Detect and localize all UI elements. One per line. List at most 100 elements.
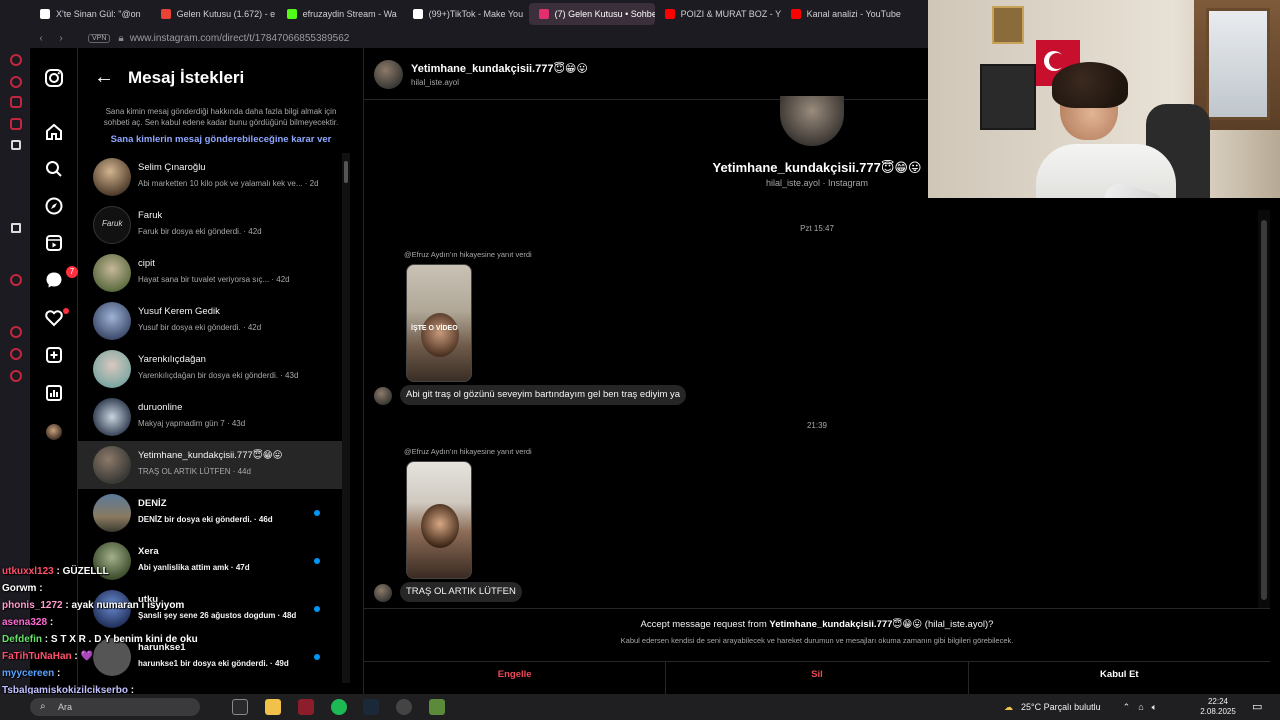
- requests-header: ← Mesaj İstekleri: [94, 66, 244, 89]
- sidebar-app-icon[interactable]: [11, 140, 21, 150]
- sidebar-app-icon[interactable]: [10, 118, 22, 130]
- x-logo-icon[interactable]: [11, 223, 21, 233]
- list-item[interactable]: Yusuf Kerem Gedik Yusuf bir dosya eki gö…: [78, 297, 346, 345]
- message-timestamp: 21:39: [806, 421, 828, 430]
- story-thumbnail[interactable]: [406, 461, 472, 579]
- item-name: Selim Çınaroğlu: [138, 162, 206, 173]
- instagram-icon: [538, 9, 549, 19]
- search-icon[interactable]: [42, 159, 66, 183]
- requests-info: Sana kimin mesaj gönderdiği hakkında dah…: [103, 107, 339, 127]
- network-icon[interactable]: ⌂: [1138, 702, 1143, 712]
- chat-message: Defdefin : S T X R . D Y benim kini de o…: [2, 634, 198, 645]
- settings-icon[interactable]: [10, 370, 22, 382]
- sidebar-app-icon[interactable]: [10, 348, 22, 360]
- list-item[interactable]: Faruk Faruk Faruk bir dosya eki gönderdi…: [78, 201, 346, 249]
- conversation-username: hilal_iste.ayol: [411, 78, 460, 87]
- kick-icon: [286, 9, 297, 19]
- system-tray: ☁ 25°C Parçalı bulutlu ⌃ ⌂ 🔈︎: [1004, 694, 1157, 720]
- chat-message: utkuxxl123 : GÜZELLL: [2, 566, 109, 577]
- taskbar-search[interactable]: ⌕ Ara: [30, 698, 200, 716]
- chevron-up-icon[interactable]: ⌃: [1123, 702, 1131, 713]
- notifications-icon[interactable]: [42, 308, 69, 332]
- list-item[interactable]: Yarenkılıçdağan Yarenkılıçdağan bir dosy…: [78, 345, 346, 393]
- sidebar-app-icon[interactable]: [10, 54, 22, 66]
- chat-message: FaTihTuNaHan : 💜: [2, 651, 93, 662]
- youtube-icon: [790, 9, 801, 19]
- search-icon: ⌕: [40, 701, 46, 712]
- avatar: Faruk: [93, 206, 131, 244]
- conversation-scrollbar[interactable]: [1258, 210, 1270, 608]
- wall-poster: [980, 64, 1036, 130]
- clock[interactable]: 22:24 2.08.2025: [1200, 697, 1236, 717]
- item-name: DENİZ: [138, 498, 167, 509]
- volume-icon[interactable]: 🔈︎: [1152, 702, 1157, 713]
- steam-icon[interactable]: [363, 699, 379, 715]
- story-thumbnail[interactable]: İŞTE O VİDEO: [406, 264, 472, 382]
- x-logo-icon: [40, 9, 50, 19]
- requests-scrollbar[interactable]: [342, 153, 350, 683]
- notification-icon[interactable]: ▭: [1252, 700, 1262, 713]
- minecraft-icon[interactable]: [429, 699, 445, 715]
- task-view-icon[interactable]: [232, 699, 248, 715]
- browser-tab[interactable]: X'te Sinan Gül: "@on: [30, 3, 151, 25]
- message-bubble[interactable]: Abi git traş ol gözünü seveyim bartınday…: [400, 385, 687, 405]
- message-bubble[interactable]: TRAŞ OL ARTIK LÜTFEN: [400, 582, 522, 602]
- lock-icon: 🔒︎: [118, 32, 124, 44]
- list-item-active[interactable]: Yetimhane_kundakçisii.777😇😁😛 TRAŞ OL ART…: [78, 441, 346, 489]
- browser-tab[interactable]: Kanal analizi - YouTube: [781, 3, 907, 25]
- back-icon[interactable]: ‹: [34, 33, 48, 44]
- clock-icon[interactable]: [10, 326, 22, 338]
- avatar: [374, 387, 392, 405]
- spotify-icon[interactable]: [331, 699, 347, 715]
- gmail-icon: [160, 9, 171, 19]
- list-item[interactable]: duruonline Makyaj yapmadim gün 7 · 43d: [78, 393, 346, 441]
- accept-request-text: Accept message request from Yetimhane_ku…: [640, 619, 994, 630]
- conversation-name[interactable]: Yetimhane_kundakçisii.777😇😁😛: [411, 62, 588, 75]
- accept-request-subtext: Kabul edersen kendisi de seni arayabilec…: [620, 636, 1014, 645]
- list-item[interactable]: Selim Çınaroğlu Abi marketten 10 kilo po…: [78, 153, 346, 201]
- dashboard-icon[interactable]: [42, 383, 66, 407]
- home-icon[interactable]: [42, 122, 66, 146]
- weather-icon[interactable]: ☁: [1004, 702, 1013, 713]
- item-snippet: TRAŞ OL ARTIK LÜTFEN · 44d: [138, 467, 251, 476]
- browser-tab[interactable]: Gelen Kutusu (1.672) - e: [151, 3, 277, 25]
- avatar: [93, 302, 131, 340]
- sidebar-app-icon[interactable]: [10, 274, 22, 286]
- avatar[interactable]: [374, 60, 403, 89]
- browser-tab[interactable]: POIZI & MURAT BOZ - Y: [655, 3, 781, 25]
- list-item[interactable]: DENİZ DENİZ bir dosya eki gönderdi. · 46…: [78, 489, 346, 537]
- screen: X'te Sinan Gül: "@on Gelen Kutusu (1.672…: [0, 0, 1280, 720]
- item-snippet: Hayat sana bir tuvalet veriyorsa sıç... …: [138, 275, 290, 284]
- browser-tab[interactable]: (99+)TikTok - Make You: [403, 3, 529, 25]
- vpn-badge[interactable]: VPN: [88, 33, 111, 43]
- avatar: [93, 398, 131, 436]
- messages-icon[interactable]: 7: [42, 266, 78, 294]
- stream-chat-overlay: utkuxxl123 : GÜZELLL Gorwm : phonis_1272…: [2, 566, 202, 702]
- taskbar: ⌕ Ara ☁ 25°C Parçalı bulutlu ⌃ ⌂ 🔈︎ 22:24…: [0, 694, 1280, 720]
- avatar: [93, 446, 131, 484]
- avatar: [93, 158, 131, 196]
- sidebar-app-icon[interactable]: [10, 96, 22, 108]
- explore-icon[interactable]: [42, 196, 66, 220]
- file-explorer-icon[interactable]: [265, 699, 281, 715]
- url-field[interactable]: www.instagram.com/direct/t/1784706685538…: [130, 33, 350, 44]
- chat-message: phonis_1272 : ayak numaran ı isyiyom: [2, 600, 185, 611]
- list-item[interactable]: cipit Hayat sana bir tuvalet veriyorsa s…: [78, 249, 346, 297]
- obs-icon[interactable]: [396, 699, 412, 715]
- reels-icon[interactable]: [42, 233, 66, 257]
- webcam-overlay: [928, 0, 1280, 198]
- instagram-logo-icon[interactable]: [42, 68, 66, 92]
- requests-settings-link[interactable]: Sana kimlerin mesaj gönderebileceğine ka…: [78, 134, 363, 145]
- item-snippet: Makyaj yapmadim gün 7 · 43d: [138, 419, 246, 428]
- forward-icon[interactable]: ›: [54, 33, 68, 44]
- app-icon[interactable]: [298, 699, 314, 715]
- profile-avatar[interactable]: [42, 420, 66, 444]
- browser-tab-active[interactable]: (7) Gelen Kutusu • Sohbe: [528, 3, 655, 25]
- back-arrow-icon[interactable]: ←: [94, 66, 114, 89]
- profile-avatar[interactable]: [780, 96, 844, 146]
- weather-text[interactable]: 25°C Parçalı bulutlu: [1021, 702, 1101, 712]
- item-name: Yetimhane_kundakçisii.777😇😁😛: [138, 450, 283, 461]
- sidebar-app-icon[interactable]: [10, 76, 22, 88]
- create-icon[interactable]: [42, 345, 66, 369]
- browser-tab[interactable]: efruzaydin Stream - Wa: [277, 3, 403, 25]
